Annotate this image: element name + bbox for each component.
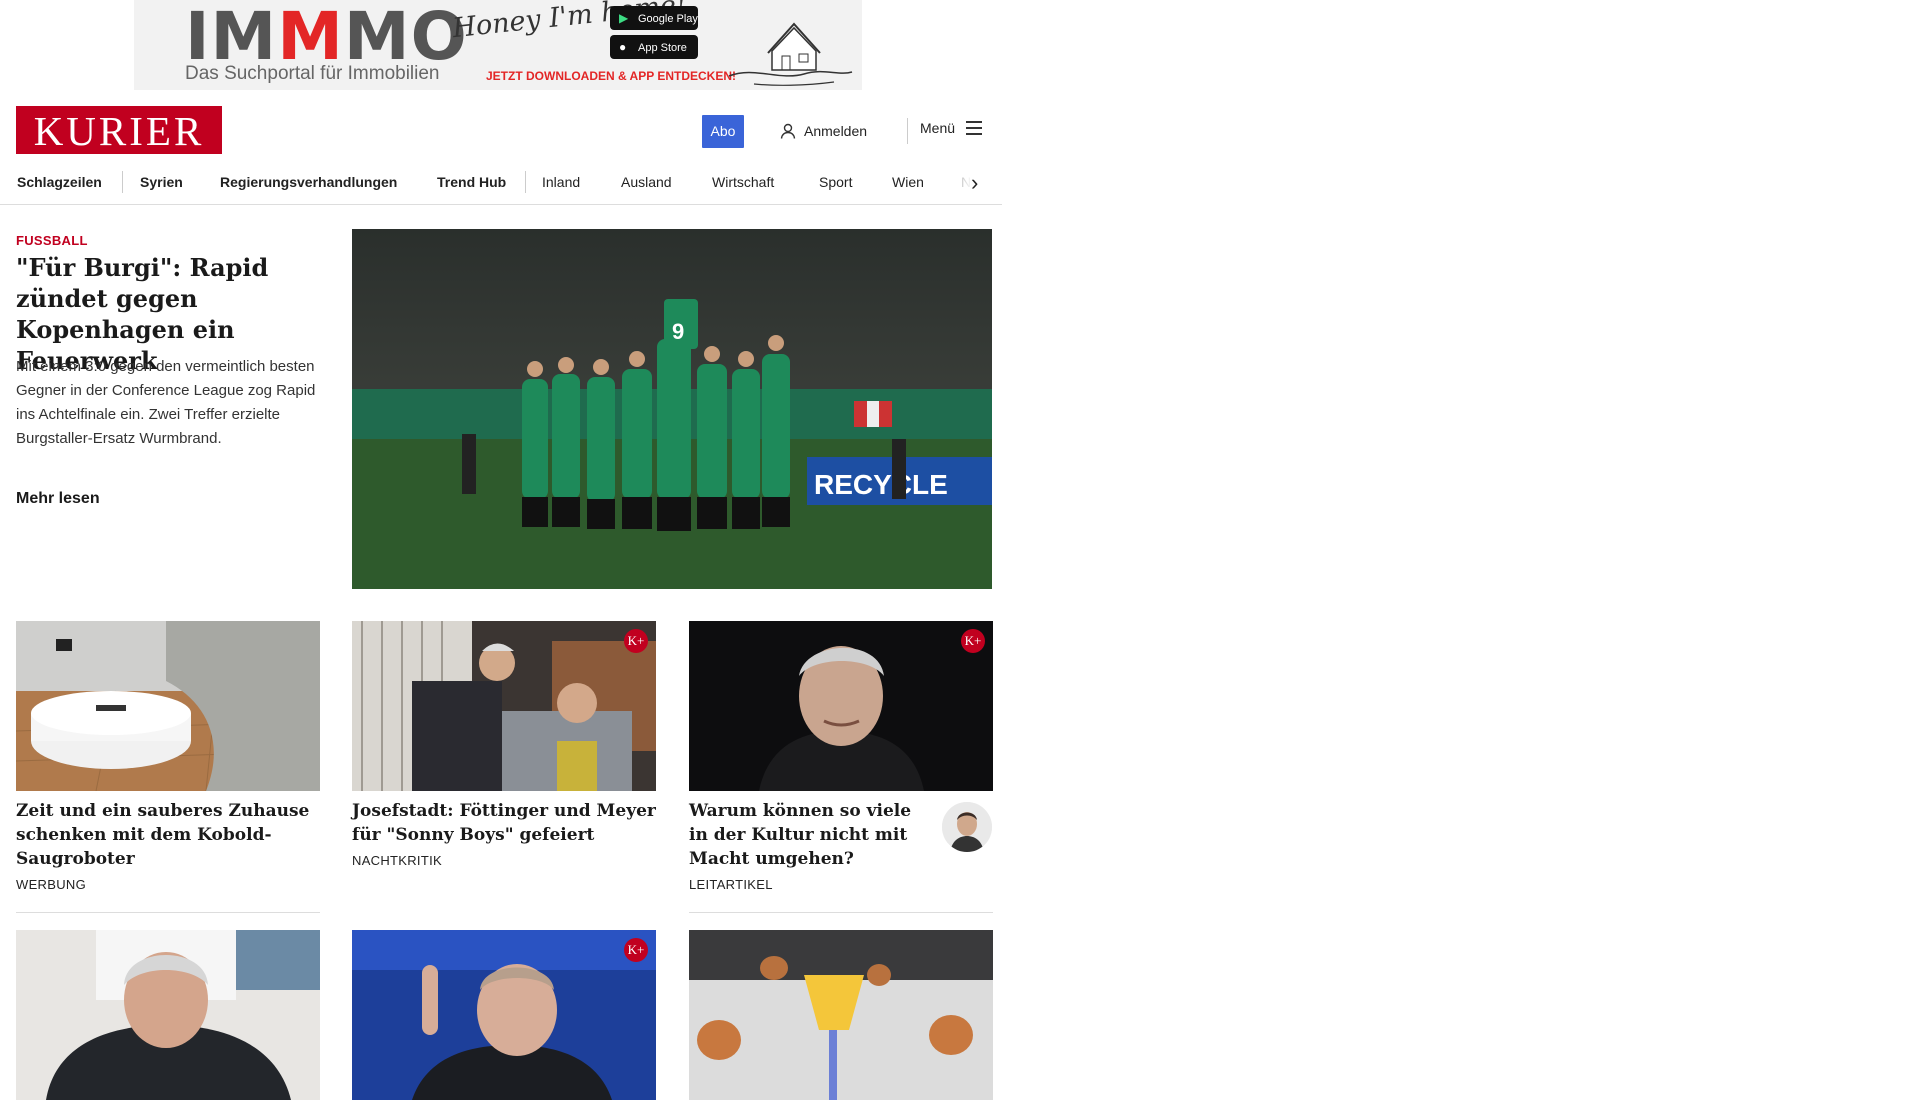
card-divider <box>689 912 993 913</box>
article-image[interactable] <box>16 621 320 791</box>
lead-image[interactable]: RECYCLE 9 <box>352 229 992 589</box>
football-team-image: RECYCLE 9 <box>352 229 992 589</box>
kplus-badge: K+ <box>624 629 648 653</box>
user-icon <box>780 123 796 139</box>
article-card[interactable]: K+ <box>352 930 656 1100</box>
article-title[interactable]: Josefstadt: Föttinger und Meyer für "Son… <box>352 799 656 847</box>
read-more-link[interactable]: Mehr lesen <box>16 490 100 508</box>
section-nav: Schlagzeilen Syrien Regierungsverhandlun… <box>0 162 1002 205</box>
article-title[interactable]: Zeit und ein sauberes Zuhause schenken m… <box>16 799 320 871</box>
robot-vacuum-image <box>16 621 320 791</box>
abo-button[interactable]: Abo <box>702 115 744 148</box>
article-label: LEITARTIKEL <box>689 877 773 892</box>
login-button[interactable]: Anmelden <box>780 120 867 142</box>
putin-image <box>352 930 656 1100</box>
menu-label: Menü <box>920 120 956 136</box>
theater-scene-image <box>352 621 656 791</box>
ad-tagline: Das Suchportal für Immobilien <box>185 63 440 84</box>
menu-button[interactable]: Menü <box>920 120 983 136</box>
nav-item-trend-hub[interactable]: Trend Hub <box>437 174 506 190</box>
kplus-badge: K+ <box>624 938 648 962</box>
nav-fade <box>930 162 1000 204</box>
author-portrait <box>942 802 992 852</box>
article-image[interactable]: K+ <box>352 621 656 791</box>
lead-image-ad-text: RECYCLE <box>814 469 948 500</box>
google-play-button[interactable]: Google Play <box>610 6 698 30</box>
house-hand-icon <box>728 22 853 86</box>
article-card[interactable]: Zeit und ein sauberes Zuhause schenken m… <box>16 621 320 892</box>
article-card[interactable] <box>16 930 320 1100</box>
author-avatar[interactable] <box>942 802 992 852</box>
article-card[interactable]: K+ Josefstadt: Föttinger und Meyer für "… <box>352 621 656 868</box>
portrait-man-image <box>689 621 993 791</box>
politician-portrait-image <box>16 930 320 1100</box>
article-title[interactable]: Warum können so viele in der Kultur nich… <box>689 799 929 871</box>
ad-logo: IMMMO <box>185 0 468 75</box>
article-label: NACHTKRITIK <box>352 853 442 868</box>
card-divider <box>16 912 320 913</box>
nav-item-syrien[interactable]: Syrien <box>140 174 183 190</box>
lead-kicker[interactable]: FUSSBALL <box>16 233 88 248</box>
kurier-logo[interactable]: KURIER <box>16 106 222 154</box>
header-divider <box>907 118 908 144</box>
lead-teaser: Mit einem 3:0 gegen den vermeintlich bes… <box>16 358 316 447</box>
nav-item-regierungsverhandlungen[interactable]: Regierungsverhandlungen <box>220 174 397 190</box>
article-card[interactable] <box>689 930 993 1100</box>
app-store-button[interactable]: App Store <box>610 35 698 59</box>
nav-item-inland[interactable]: Inland <box>542 174 580 190</box>
article-image[interactable]: K+ <box>352 930 656 1100</box>
nav-item-sport[interactable]: Sport <box>819 174 852 190</box>
nav-item-wirtschaft[interactable]: Wirtschaft <box>712 174 774 190</box>
nav-item-wien[interactable]: Wien <box>892 174 924 190</box>
login-label: Anmelden <box>804 123 868 139</box>
article-image[interactable] <box>689 930 993 1100</box>
article-label: WERBUNG <box>16 877 86 892</box>
article-card[interactable]: K+ Warum können so viele in der Kultur n… <box>689 621 993 892</box>
nav-separator <box>122 171 123 193</box>
hamburger-icon <box>966 121 983 135</box>
svg-text:9: 9 <box>672 319 684 344</box>
ad-cta[interactable]: JETZT DOWNLOADEN & APP ENTDECKEN! <box>486 69 736 83</box>
nav-item-ausland[interactable]: Ausland <box>621 174 672 190</box>
nav-separator <box>525 171 526 193</box>
kplus-badge: K+ <box>961 629 985 653</box>
advertisement-banner[interactable]: IMMMO Das Suchportal für Immobilien Hone… <box>134 0 862 90</box>
nav-item-schlagzeilen[interactable]: Schlagzeilen <box>17 174 102 190</box>
eggnog-glass-image <box>689 930 993 1100</box>
chevron-right-icon[interactable]: › <box>971 170 978 196</box>
article-image[interactable]: K+ <box>689 621 993 791</box>
article-image[interactable] <box>16 930 320 1100</box>
